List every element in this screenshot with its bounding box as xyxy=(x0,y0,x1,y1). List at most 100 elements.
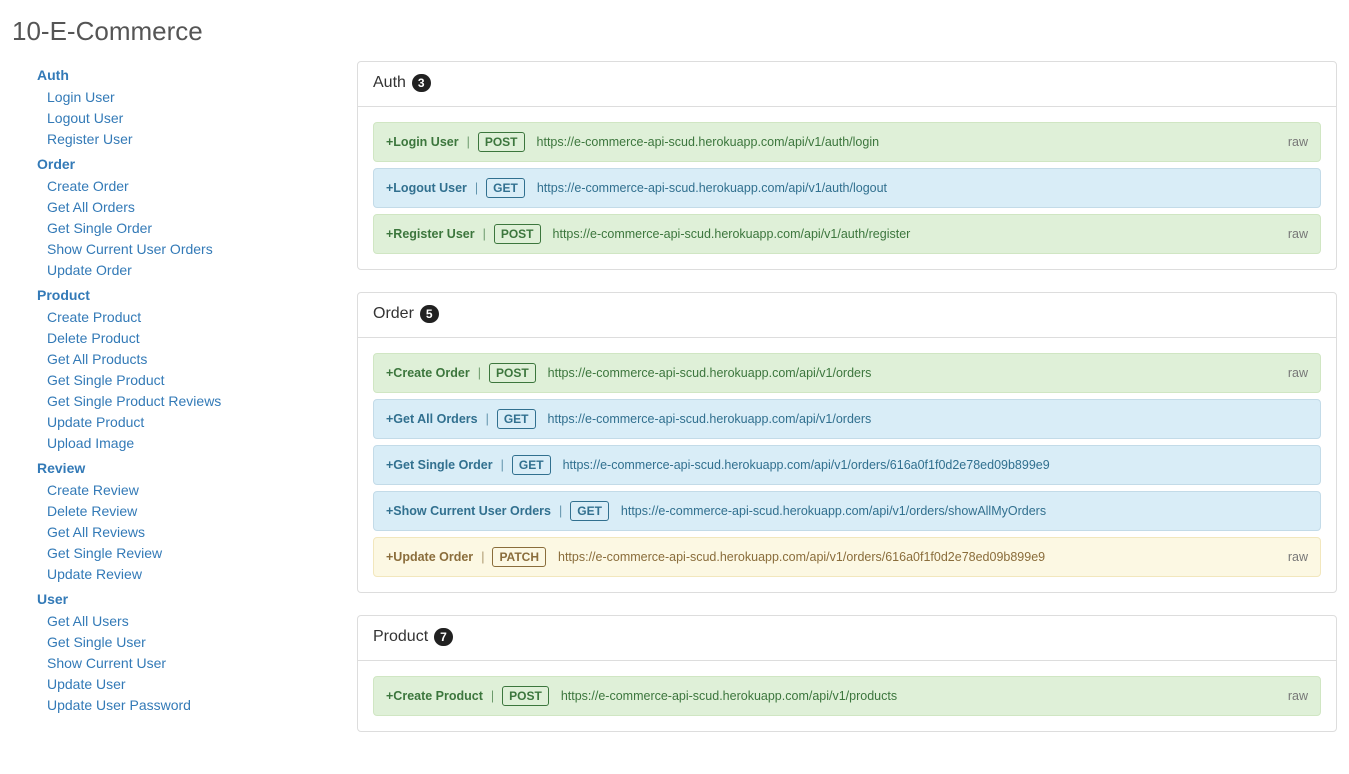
request-row-register-user[interactable]: +Register User|POST https://e-commerce-ap… xyxy=(373,214,1321,254)
request-url: https://e-commerce-api-scud.herokuapp.co… xyxy=(558,550,1045,564)
request-row-login-user[interactable]: +Login User|POST https://e-commerce-api-s… xyxy=(373,122,1321,162)
sidebar-item-update-review[interactable]: Update Review xyxy=(47,564,357,585)
sidebar-group-items: Get All UsersGet Single UserShow Current… xyxy=(37,611,357,716)
section-heading[interactable]: Order 5 xyxy=(358,293,1336,338)
sidebar-group-order[interactable]: Order xyxy=(37,154,357,174)
separator: | xyxy=(478,412,497,426)
request-name: +Login User xyxy=(386,135,459,149)
sidebar-item-update-product[interactable]: Update Product xyxy=(47,412,357,433)
sidebar-item-get-single-user[interactable]: Get Single User xyxy=(47,632,357,653)
separator: | xyxy=(483,689,502,703)
section-name: Order xyxy=(373,305,414,323)
separator: | xyxy=(467,181,486,195)
section-count-badge: 7 xyxy=(434,628,453,646)
raw-link[interactable]: raw xyxy=(1288,135,1308,149)
method-badge: POST xyxy=(478,132,525,152)
sidebar-item-upload-image[interactable]: Upload Image xyxy=(47,433,357,454)
request-url: https://e-commerce-api-scud.herokuapp.co… xyxy=(561,689,897,703)
section-body: +Create Order|POSThttps://e-commerce-api… xyxy=(358,338,1336,592)
method-badge: GET xyxy=(497,409,536,429)
sidebar-group-user[interactable]: User xyxy=(37,589,357,609)
section-count-badge: 5 xyxy=(420,305,439,323)
sidebar-item-get-all-products[interactable]: Get All Products xyxy=(47,349,357,370)
sidebar-group-auth[interactable]: Auth xyxy=(37,65,357,85)
section-heading[interactable]: Auth 3 xyxy=(358,62,1336,107)
separator: | xyxy=(475,227,494,241)
sidebar-item-delete-product[interactable]: Delete Product xyxy=(47,328,357,349)
sidebar-group-items: Create OrderGet All OrdersGet Single Ord… xyxy=(37,176,357,281)
sidebar-item-get-single-review[interactable]: Get Single Review xyxy=(47,543,357,564)
sidebar-item-login-user[interactable]: Login User xyxy=(47,87,357,108)
page-title: 10-E-Commerce xyxy=(12,16,1337,47)
request-row-get-all-orders[interactable]: +Get All Orders|GET https://e-commerce-ap… xyxy=(373,399,1321,439)
request-name: +Logout User xyxy=(386,181,467,195)
sidebar-item-register-user[interactable]: Register User xyxy=(47,129,357,150)
sidebar-item-get-all-users[interactable]: Get All Users xyxy=(47,611,357,632)
separator: | xyxy=(470,366,489,380)
request-row-show-current-user-orders[interactable]: +Show Current User Orders|GEThttps://e-c… xyxy=(373,491,1321,531)
sidebar-item-logout-user[interactable]: Logout User xyxy=(47,108,357,129)
sidebar-item-get-single-order[interactable]: Get Single Order xyxy=(47,218,357,239)
request-row-create-order[interactable]: +Create Order|POST https://e-commerce-api… xyxy=(373,353,1321,393)
request-url: https://e-commerce-api-scud.herokuapp.co… xyxy=(548,412,872,426)
request-row-get-single-order[interactable]: +Get Single Order|GET https://e-commerce-… xyxy=(373,445,1321,485)
separator: | xyxy=(551,504,570,518)
request-url: https://e-commerce-api-scud.herokuapp.co… xyxy=(621,504,1046,518)
method-badge: POST xyxy=(494,224,541,244)
sidebar-group-product[interactable]: Product xyxy=(37,285,357,305)
main-content: Auth3+Login User|POSThttps://e-commerce-… xyxy=(357,61,1337,754)
section-panel-product: Product 7 +Create Product|POSThttps://e-co… xyxy=(357,615,1337,732)
request-name: +Register User xyxy=(386,227,475,241)
sidebar-item-get-single-product-reviews[interactable]: Get Single Product Reviews xyxy=(47,391,357,412)
sidebar-item-update-user[interactable]: Update User xyxy=(47,674,357,695)
request-url: https://e-commerce-api-scud.herokuapp.co… xyxy=(563,458,1050,472)
sidebar-group-items: Create ReviewDelete ReviewGet All Review… xyxy=(37,480,357,585)
sidebar-item-update-user-password[interactable]: Update User Password xyxy=(47,695,357,716)
sidebar-item-create-product[interactable]: Create Product xyxy=(47,307,357,328)
request-name: +Get All Orders xyxy=(386,412,478,426)
sidebar-item-show-current-user-orders[interactable]: Show Current User Orders xyxy=(47,239,357,260)
separator: | xyxy=(473,550,492,564)
request-row-create-product[interactable]: +Create Product|POSThttps://e-commerce-a… xyxy=(373,676,1321,716)
raw-link[interactable]: raw xyxy=(1288,689,1308,703)
sidebar-nav: AuthLogin UserLogout UserRegister User Or… xyxy=(12,61,357,718)
separator: | xyxy=(493,458,512,472)
request-url: https://e-commerce-api-scud.herokuapp.co… xyxy=(548,366,872,380)
sidebar-group-items: Create ProductDelete ProductGet All Prod… xyxy=(37,307,357,454)
section-body: +Login User|POSThttps://e-commerce-api-s… xyxy=(358,107,1336,269)
section-panel-auth: Auth3+Login User|POSThttps://e-commerce-… xyxy=(357,61,1337,270)
sidebar-item-show-current-user[interactable]: Show Current User xyxy=(47,653,357,674)
sidebar-item-create-review[interactable]: Create Review xyxy=(47,480,357,501)
raw-link[interactable]: raw xyxy=(1288,550,1308,564)
sidebar-item-get-all-orders[interactable]: Get All Orders xyxy=(47,197,357,218)
sidebar-item-delete-review[interactable]: Delete Review xyxy=(47,501,357,522)
section-heading[interactable]: Product 7 xyxy=(358,616,1336,661)
sidebar-item-get-single-product[interactable]: Get Single Product xyxy=(47,370,357,391)
section-panel-order: Order5+Create Order|POSThttps://e-commer… xyxy=(357,292,1337,593)
request-name: +Get Single Order xyxy=(386,458,493,472)
method-badge: GET xyxy=(486,178,525,198)
method-badge: POST xyxy=(489,363,536,383)
separator: | xyxy=(459,135,478,149)
request-url: https://e-commerce-api-scud.herokuapp.co… xyxy=(553,227,911,241)
request-name: +Show Current User Orders xyxy=(386,504,551,518)
sidebar-group-review[interactable]: Review xyxy=(37,458,357,478)
raw-link[interactable]: raw xyxy=(1288,227,1308,241)
sidebar-item-update-order[interactable]: Update Order xyxy=(47,260,357,281)
sidebar-item-create-order[interactable]: Create Order xyxy=(47,176,357,197)
method-badge: GET xyxy=(512,455,551,475)
request-name: +Create Product xyxy=(386,689,483,703)
section-name: Auth xyxy=(373,74,406,92)
raw-link[interactable]: raw xyxy=(1288,366,1308,380)
sidebar-item-get-all-reviews[interactable]: Get All Reviews xyxy=(47,522,357,543)
request-name: +Update Order xyxy=(386,550,473,564)
request-row-update-order[interactable]: +Update Order|PATCH https://e-commerce-ap… xyxy=(373,537,1321,577)
request-url: https://e-commerce-api-scud.herokuapp.co… xyxy=(537,135,880,149)
section-body: +Create Product|POSThttps://e-commerce-a… xyxy=(358,661,1336,731)
sidebar-group-items: Login UserLogout UserRegister User xyxy=(37,87,357,150)
method-badge: PATCH xyxy=(492,547,546,567)
request-name: +Create Order xyxy=(386,366,470,380)
section-count-badge: 3 xyxy=(412,74,431,92)
section-name: Product xyxy=(373,628,428,646)
request-row-logout-user[interactable]: +Logout User|GEThttps://e-commerce-api-s… xyxy=(373,168,1321,208)
